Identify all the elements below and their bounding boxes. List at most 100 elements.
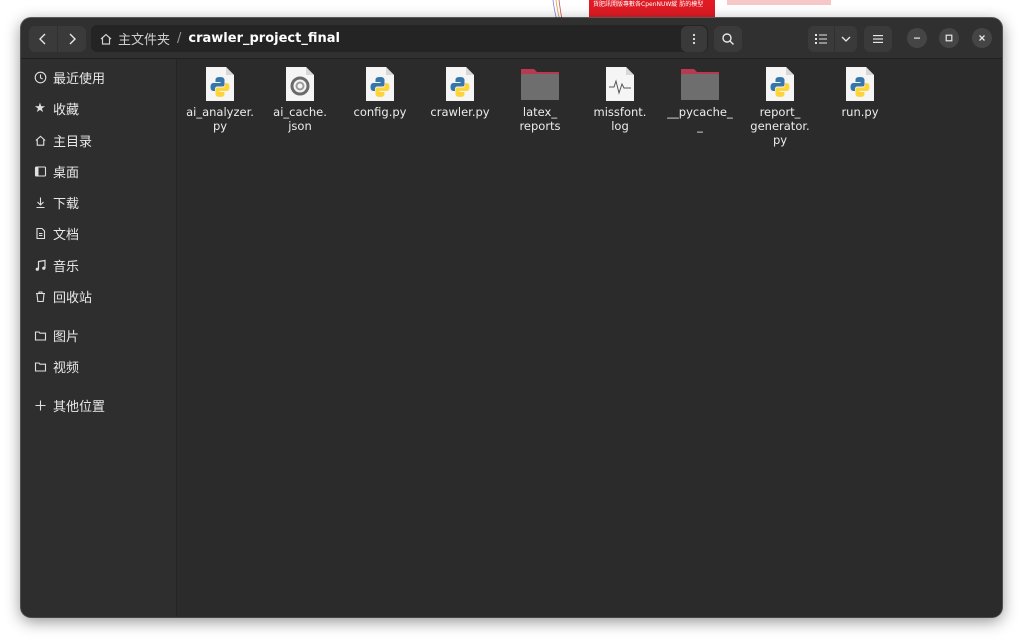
file-name-line: missfont. log [593,105,647,133]
download-icon [33,195,47,209]
json-file-icon [280,64,320,104]
folder-icon [680,64,720,104]
python-file-icon [760,64,800,104]
hamburger-icon [873,35,883,43]
breadcrumb-current[interactable]: crawler_project_final [188,31,340,46]
sidebar-item-label: 视频 [53,360,80,376]
file-name: ai_cache. json [262,105,338,133]
breadcrumb-home[interactable]: 主文件夹 [118,29,170,48]
background-pink-strip [727,0,831,5]
sidebar-item-label: 文档 [53,227,80,243]
sidebar-item-trash[interactable]: 回收站 [21,281,176,311]
clock-icon [33,70,47,84]
main-menu-button[interactable] [864,26,892,52]
view-mode-button[interactable] [808,26,834,52]
vertical-dots-icon [692,33,696,45]
python-file-icon [440,64,480,104]
folder-icon [33,328,47,342]
python-file-icon [840,64,880,104]
path-menu-button[interactable] [681,26,707,52]
home-icon [33,133,47,147]
music-icon [33,258,47,272]
background-lines [552,0,563,20]
header-bar: 主文件夹 / crawler_project_final [21,18,1002,59]
file-name-line: ai_analyzer. py [186,105,254,133]
sidebar-item-music[interactable]: 音乐 [21,250,176,280]
folder-icon [520,64,560,104]
file-item[interactable]: config.py [340,64,420,119]
file-name-line: ai_cache. json [273,105,327,133]
back-button[interactable] [29,26,57,52]
file-manager-window: 主文件夹 / crawler_project_final 最近使用 ★ 收藏 主… [21,18,1002,617]
file-name: config.py [342,105,418,119]
document-icon [33,226,47,240]
sidebar-item-desktop[interactable]: 桌面 [21,156,176,186]
folder-item[interactable]: latex_ reports [500,64,580,133]
file-name: report_ generator. py [742,105,818,147]
sidebar-item-other-locations[interactable]: 其他位置 [21,390,176,420]
sidebar-item-label: 桌面 [53,165,80,181]
minimize-button[interactable] [907,28,927,48]
forward-button[interactable] [58,26,86,52]
file-item[interactable]: ai_analyzer. py [180,64,260,133]
chevron-left-icon [39,33,46,45]
file-item[interactable]: ai_cache. json [260,64,340,133]
sidebar-item-label: 音乐 [53,259,80,275]
log-file-icon [600,64,640,104]
plus-icon [33,398,47,412]
maximize-icon [945,34,953,42]
sidebar-item-label: 其他位置 [53,399,106,415]
breadcrumb-separator: / [177,31,182,46]
python-file-icon [360,64,400,104]
sidebar-item-label: 回收站 [53,290,93,306]
close-icon [979,35,985,41]
folder-icon [33,359,47,373]
file-name-line: latex_ reports [519,105,561,133]
file-name: run.py [822,105,898,119]
search-icon [722,33,734,45]
file-name-line: run.py [841,105,879,119]
sidebar-item-home[interactable]: 主目录 [21,125,176,155]
search-button[interactable] [714,26,742,52]
folder-item[interactable]: __pycache_ _ [660,64,740,133]
sidebar-item-recent[interactable]: 最近使用 [21,62,176,92]
file-name: ai_analyzer. py [182,105,258,133]
sidebar-item-pictures[interactable]: 图片 [21,320,176,350]
path-bar[interactable]: 主文件夹 / crawler_project_final [91,25,708,52]
view-options-dropdown[interactable] [835,26,857,52]
file-name-line: crawler.py [430,105,490,119]
maximize-button[interactable] [939,28,959,48]
list-view-icon [815,34,827,44]
sidebar-item-label: 收藏 [53,102,80,118]
file-name-line: report_ generator. py [750,105,810,147]
home-icon [99,32,113,46]
file-name-line: config.py [353,105,407,119]
file-item[interactable]: report_ generator. py [740,64,820,147]
chevron-down-icon [841,36,851,42]
sidebar-item-label: 下载 [53,196,80,212]
file-item[interactable]: crawler.py [420,64,500,119]
sidebar-item-starred[interactable]: ★ 收藏 [21,93,176,123]
file-item[interactable]: run.py [820,64,900,119]
sidebar-item-label: 最近使用 [53,71,106,87]
sidebar-item-label: 图片 [53,329,80,345]
trash-icon [33,289,47,303]
python-file-icon [200,64,240,104]
sidebar: 最近使用 ★ 收藏 主目录 桌面 下载 文档 音乐 回收站 图片 视频 其他位置 [21,59,177,617]
chevron-right-icon [69,33,76,45]
file-name: latex_ reports [502,105,578,133]
file-grid: ai_analyzer. py ai_cache. json config.py [177,59,1002,617]
sidebar-item-downloads[interactable]: 下载 [21,187,176,217]
desktop-icon [33,164,47,178]
sidebar-item-label: 主目录 [53,134,93,150]
background-note: 貨肥訊開版專數各CpenNUW縱 肪的模型 [589,0,715,17]
file-item[interactable]: missfont. log [580,64,660,133]
file-name: missfont. log [582,105,658,133]
sidebar-item-videos[interactable]: 视频 [21,351,176,381]
minimize-icon [914,37,920,39]
close-button[interactable] [972,28,992,48]
sidebar-item-documents[interactable]: 文档 [21,218,176,248]
star-icon: ★ [34,100,46,116]
file-name: crawler.py [422,105,498,119]
file-name-line: __pycache_ _ [667,105,733,133]
